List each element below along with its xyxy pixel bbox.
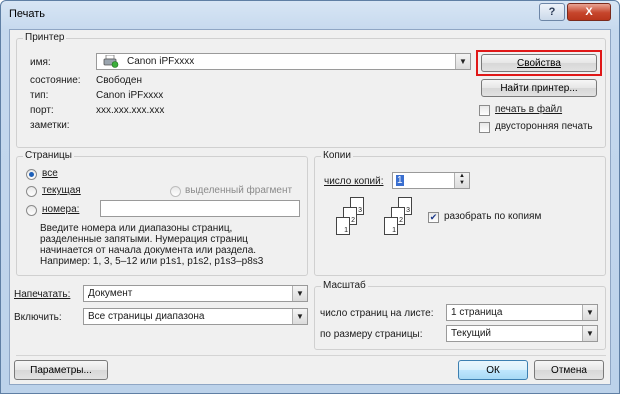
printer-port-label: порт: — [30, 105, 54, 116]
properties-button-label: Свойства — [517, 57, 561, 69]
pages-all-label[interactable]: все — [42, 168, 58, 179]
copies-count-value: 1 — [396, 175, 404, 186]
collate-page-icon: 1 — [384, 217, 398, 235]
collate-page-icon: 1 — [336, 217, 350, 235]
pages-hint-line-1: Введите номера или диапазоны страниц, — [40, 223, 233, 234]
pages-selection-radio — [170, 186, 181, 197]
find-printer-button-label: Найти принтер... — [500, 82, 578, 94]
printer-icon — [103, 54, 119, 68]
collate-checkbox[interactable]: ✔ — [428, 212, 439, 223]
properties-button[interactable]: Свойства — [481, 54, 597, 72]
pages-current-label[interactable]: текущая — [42, 185, 81, 196]
help-button[interactable]: ? — [539, 3, 565, 21]
printer-port-value: xxx.xxx.xxx.xxx — [96, 105, 165, 116]
duplex-checkbox[interactable] — [479, 122, 490, 133]
printer-type-label: тип: — [30, 90, 49, 101]
printer-status-value: Свободен — [96, 75, 142, 86]
scale-value: Текущий — [451, 328, 491, 339]
ok-button[interactable]: ОК — [458, 360, 528, 380]
pages-per-sheet-label: число страниц на листе: — [320, 308, 434, 319]
chevron-down-icon[interactable]: ▼ — [292, 286, 307, 301]
copies-count-label: число копий: — [324, 176, 384, 187]
include-label: Включить: — [14, 312, 62, 323]
chevron-down-icon[interactable]: ▼ — [292, 309, 307, 324]
pages-group-legend: Страницы — [23, 150, 74, 161]
pages-hint-line-3: начинается от начала документа или разде… — [40, 245, 257, 256]
chevron-down-icon[interactable]: ▼ — [455, 54, 470, 69]
pages-per-sheet-value: 1 страница — [451, 307, 503, 318]
printer-notes-label: заметки: — [30, 120, 70, 131]
printer-status-label: состояние: — [30, 75, 81, 86]
print-what-combo[interactable]: Документ ▼ — [83, 285, 308, 302]
options-button[interactable]: Параметры... — [14, 360, 108, 380]
title-bar[interactable]: Печать ? X — [1, 1, 619, 29]
cancel-button[interactable]: Отмена — [534, 360, 604, 380]
find-printer-button[interactable]: Найти принтер... — [481, 79, 597, 97]
print-to-file-checkbox[interactable] — [479, 105, 490, 116]
include-combo[interactable]: Все страницы диапазона ▼ — [83, 308, 308, 325]
dialog-client-area: Принтер имя: Canon iPFxxxx ▼ Свойства со… — [9, 29, 611, 385]
pages-numbers-radio[interactable] — [26, 205, 37, 216]
window-title: Печать — [9, 8, 46, 20]
print-what-value: Документ — [88, 288, 133, 299]
ok-button-label: ОК — [486, 364, 500, 376]
footer-separator — [16, 355, 606, 356]
close-button[interactable]: X — [567, 3, 611, 21]
pages-numbers-label[interactable]: номера: — [42, 204, 79, 215]
printer-type-value: Canon iPFxxxx — [96, 90, 164, 101]
printer-name-combo[interactable]: Canon iPFxxxx ▼ — [96, 53, 471, 70]
include-value: Все страницы диапазона — [88, 311, 205, 322]
pages-hint-line-4: Например: 1, 3, 5–12 или p1s1, p1s2, p1s… — [40, 256, 264, 267]
print-dialog-window: Печать ? X Принтер имя: Canon iPFxxxx ▼ … — [0, 0, 620, 394]
pages-per-sheet-combo[interactable]: 1 страница ▼ — [446, 304, 598, 321]
pages-selection-label: выделенный фрагмент — [185, 185, 293, 196]
chevron-down-icon[interactable]: ▼ — [582, 305, 597, 320]
copies-count-input[interactable]: 1 ▲ ▼ — [392, 172, 470, 189]
pages-current-radio[interactable] — [26, 186, 37, 197]
printer-name-value: Canon iPFxxxx — [127, 56, 195, 67]
scale-combo[interactable]: Текущий ▼ — [446, 325, 598, 342]
duplex-label[interactable]: двусторонняя печать — [495, 121, 593, 132]
printer-group-legend: Принтер — [23, 32, 67, 43]
copies-spin-buttons[interactable]: ▲ ▼ — [454, 173, 469, 188]
scale-label: по размеру страницы: — [320, 329, 423, 340]
chevron-down-icon[interactable]: ▼ — [582, 326, 597, 341]
pages-all-radio[interactable] — [26, 169, 37, 180]
copies-group-legend: Копии — [321, 150, 353, 161]
zoom-group-legend: Масштаб — [321, 280, 368, 291]
cancel-button-label: Отмена — [551, 364, 587, 376]
print-what-label: Напечатать: — [14, 289, 71, 300]
printer-name-label: имя: — [30, 57, 51, 68]
options-button-label: Параметры... — [30, 364, 92, 376]
collate-label[interactable]: разобрать по копиям — [444, 211, 541, 222]
pages-hint-line-2: разделенные запятыми. Нумерация страниц — [40, 234, 248, 245]
print-to-file-label[interactable]: печать в файл — [495, 104, 562, 115]
pages-numbers-input[interactable] — [100, 200, 300, 217]
